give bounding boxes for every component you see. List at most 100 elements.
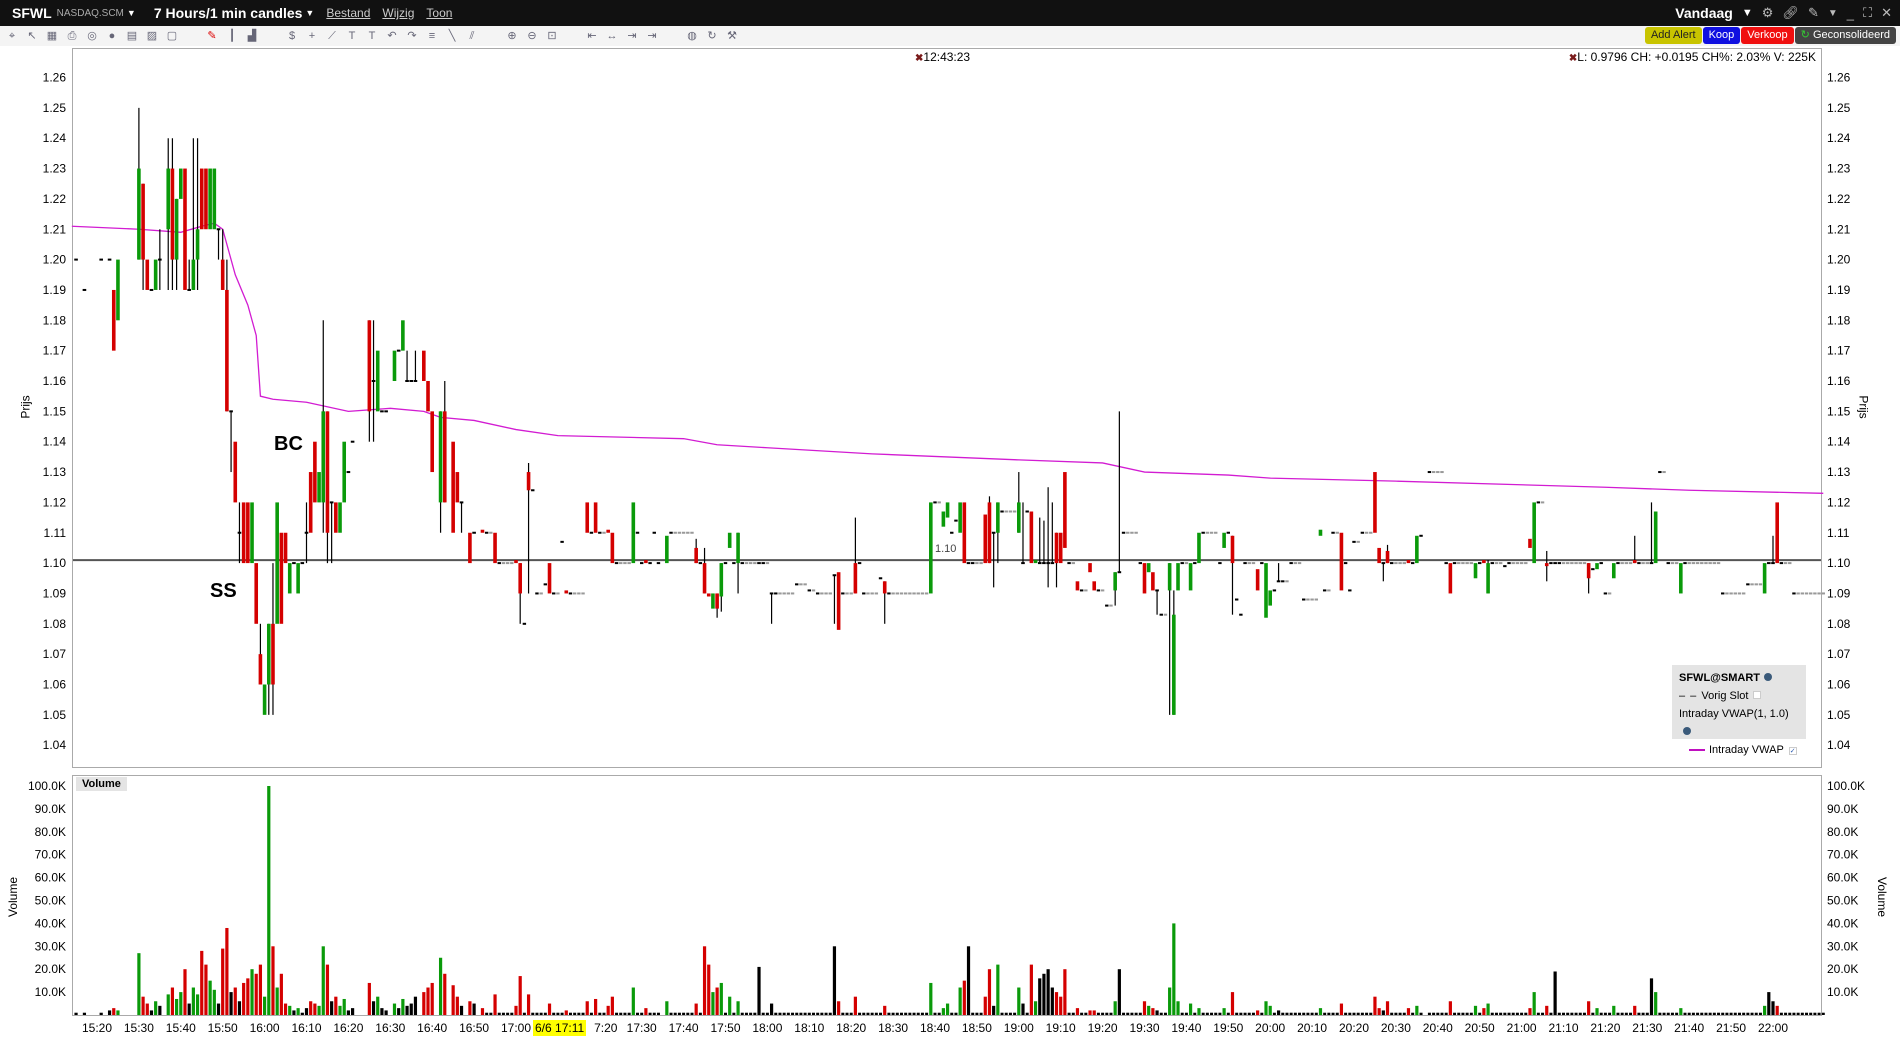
volume-bar [1553,971,1557,1015]
checkbox-prev-close[interactable] [1753,691,1762,699]
candle-body [233,441,238,503]
volume-bar [1704,1012,1708,1015]
volume-bar [1654,992,1658,1015]
candle-body [262,684,267,715]
doji-dash [1360,531,1365,534]
volume-bar [1599,1012,1603,1015]
time-tick: 18:20 [836,1021,866,1035]
volume-bar [1582,1012,1586,1015]
candle-body [271,623,275,685]
doji-dash [1293,562,1298,565]
volume-bar [288,1005,292,1015]
volume-bar [778,1012,782,1015]
doji-dash [1817,592,1821,595]
doji-dash [740,562,744,565]
volume-bar [1469,1012,1473,1015]
doji-dash [1084,589,1088,592]
candle-body [606,529,610,533]
doji-dash [614,562,619,565]
volume-bar [615,1012,619,1015]
checkbox-vwap[interactable]: ✓ [1788,747,1797,755]
candle-body [1318,529,1323,536]
doji-dash [1205,531,1210,534]
candle-body [1230,535,1235,564]
volume-bar [975,1012,979,1015]
doji-dash [903,592,908,595]
volume-bar [1071,1012,1075,1015]
doji-dash [845,592,849,595]
volume-bar [1373,996,1377,1015]
candle-body [1050,562,1055,565]
volume-bar [170,987,175,1015]
candle-body [346,471,351,474]
volume-bar [573,1012,577,1015]
candle-body [1406,560,1411,564]
volume-bar [728,996,732,1015]
price-tick-left: 1.19 [43,283,67,297]
volume-bar [619,1012,623,1015]
candle-body [225,289,229,412]
doji-dash [1008,510,1013,513]
doji-dash [1624,562,1629,565]
candle-body [451,441,455,533]
time-tick: 19:30 [1129,1021,1159,1035]
volume-bar [811,1012,815,1015]
time-tick: 7:20 [594,1021,618,1035]
volume-bar [1683,1012,1687,1015]
settings-icon[interactable] [1764,673,1772,681]
settings-icon[interactable] [1683,727,1691,735]
volume-bar [702,946,707,1015]
candle-body [287,563,292,594]
volume-bar [1017,987,1021,1015]
volume-bar [1260,1012,1264,1015]
candle-body [1385,550,1390,564]
volume-bar [1092,1010,1096,1015]
legend[interactable]: SFWL@SMART – – Vorig Slot Intraday VWAP(… [1672,665,1806,756]
volume-bar [179,992,183,1015]
doji-dash [602,531,606,534]
volume-bar [1754,1012,1758,1015]
price-tick-left: 1.18 [43,313,67,327]
volume-bar [1293,1012,1297,1015]
volume-bar [598,1012,602,1015]
volume-tick-left: 80.0K [35,825,66,839]
volume-bar [631,987,635,1015]
volume-bar [1658,1012,1662,1015]
volume-bar [954,1012,958,1015]
volume-bar [1821,1012,1825,1015]
volume-bar [677,1012,681,1015]
candle-body [585,502,590,533]
volume-bar [1331,1012,1335,1015]
volume-bar [1507,1012,1511,1015]
candle-body [1058,532,1063,564]
doji-dash [1637,562,1641,565]
volume-bar [1415,1005,1419,1015]
volume-bar [1595,1008,1599,1015]
volume-bar [1205,1012,1209,1015]
candle-body [644,560,648,564]
doji-dash [681,531,686,534]
volume-tick-right: 70.0K [1827,848,1858,862]
doji-dash [1234,598,1239,601]
candle-body [1771,562,1775,565]
volume-bar [916,1012,920,1015]
volume-bar [501,1012,505,1015]
price-tick-right: 1.25 [1827,101,1851,115]
volume-bar [883,1005,887,1015]
volume-bar [283,1003,288,1015]
time-tick: 16:50 [459,1021,489,1035]
volume-bar [698,1012,702,1015]
candle-body [216,228,221,231]
price-tick-right: 1.21 [1827,222,1851,236]
candle-body [401,320,405,351]
doji-dash [1260,562,1264,565]
volume-bar [879,1012,883,1015]
candle-body [958,502,962,533]
volume-bar [1188,1003,1193,1015]
doji-dash [1251,562,1256,565]
candle-body [1586,563,1591,579]
volume-bar [1285,1012,1289,1015]
volume-bar [141,996,145,1015]
time-tick: 16:00 [250,1021,280,1035]
candle-body [991,531,996,534]
